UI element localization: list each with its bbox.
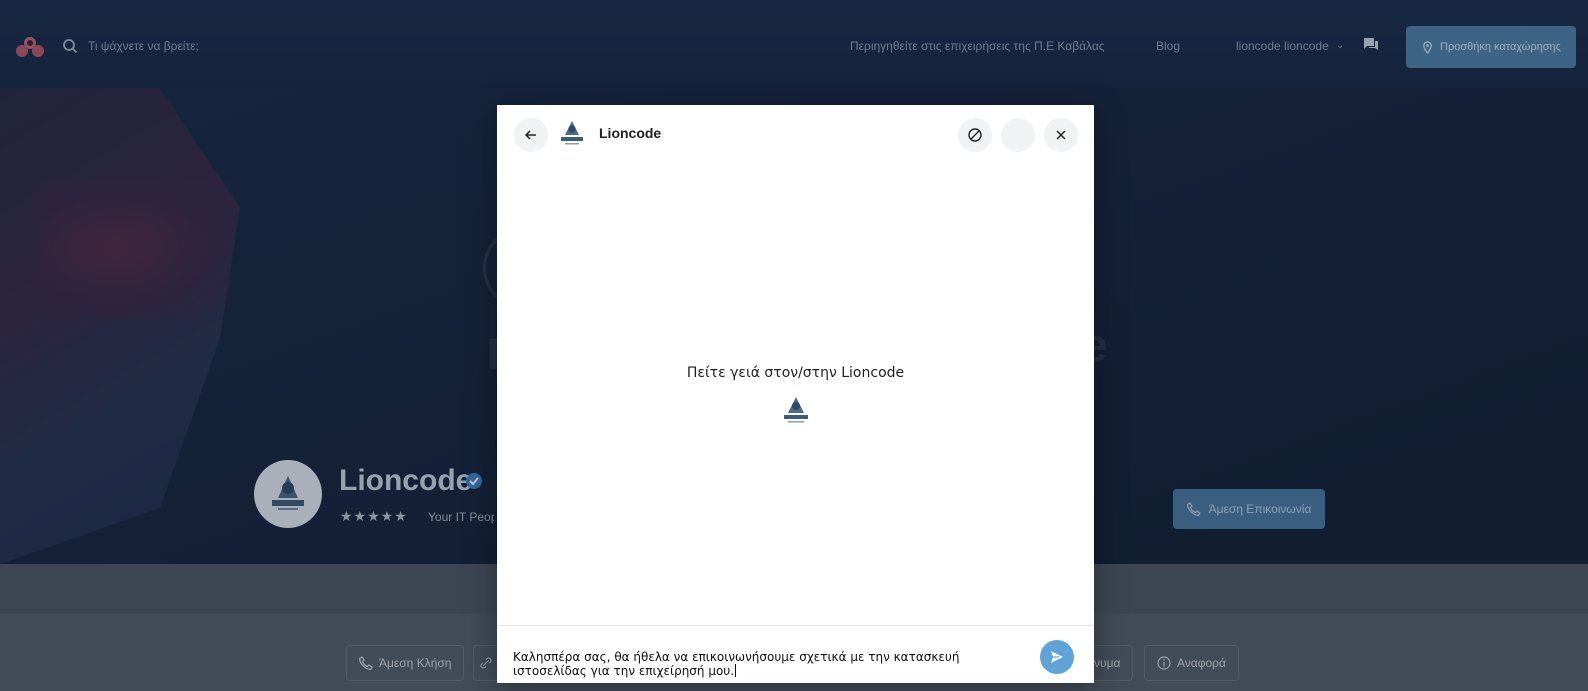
text-cursor [735, 664, 737, 677]
back-button[interactable] [514, 118, 548, 152]
chat-header: Lioncode [497, 105, 1094, 165]
send-button[interactable] [1040, 640, 1074, 674]
close-button[interactable] [1044, 118, 1078, 152]
send-icon [1051, 651, 1063, 663]
chat-composer: Καλησπέρα σας, θα ήθελα να επικοινωνήσου… [497, 625, 1094, 683]
chat-greeting: Πείτε γειά στον/στην Lioncode [686, 365, 905, 381]
message-input-text: Καλησπέρα σας, θα ήθελα να επικοινωνήσου… [513, 650, 960, 678]
block-button[interactable] [958, 118, 992, 152]
options-button[interactable] [1001, 118, 1035, 152]
lion-logo-icon [784, 397, 808, 423]
block-icon [968, 128, 982, 142]
arrow-left-icon [524, 130, 536, 140]
chat-modal: Lioncode Πείτε γειά στον/στην Lioncode Κ… [497, 105, 1094, 683]
chat-messages-area: Πείτε γειά στον/στην Lioncode [497, 165, 1094, 631]
chat-title: Lioncode [599, 125, 662, 141]
lion-logo-icon [561, 121, 583, 145]
close-icon [1056, 130, 1066, 140]
message-input[interactable]: Καλησπέρα σας, θα ήθελα να επικοινωνήσου… [513, 650, 1013, 678]
